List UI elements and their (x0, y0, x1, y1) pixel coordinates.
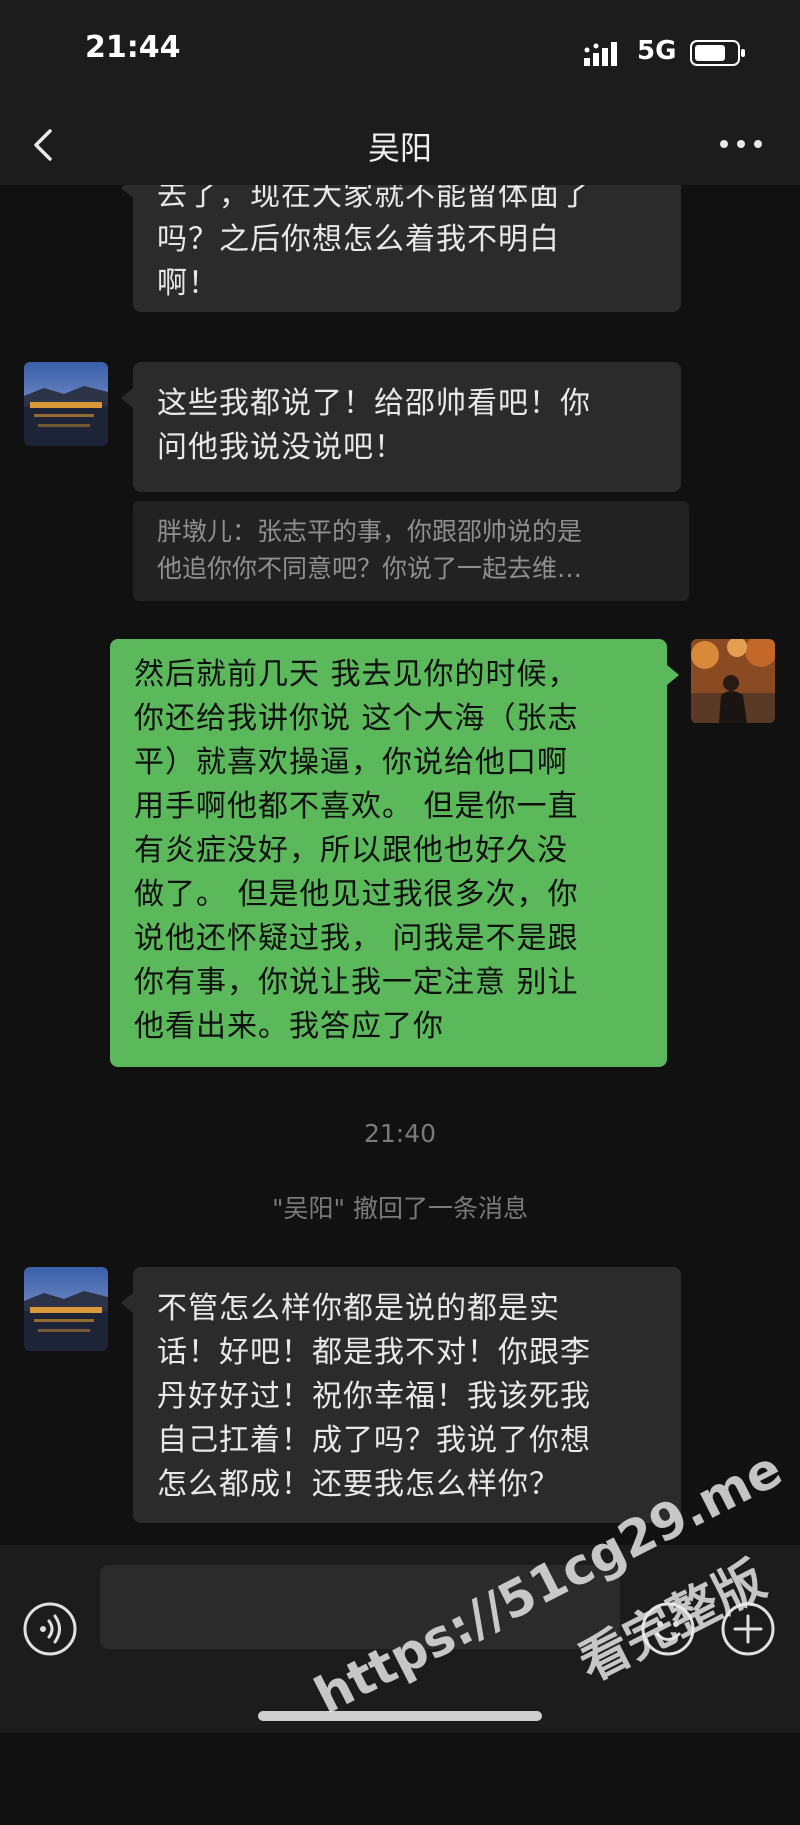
my-avatar[interactable] (691, 639, 775, 723)
avatar-image (24, 1267, 108, 1351)
message-line: 怎么都成！还要我怎么样你？ (157, 1467, 560, 1502)
message-bubble-incoming[interactable]: 去了，现在大家就不能留体面了 吗？之后你想怎么着我不明白 啊！ (121, 185, 681, 312)
more-dots-icon[interactable] (716, 129, 766, 159)
message-line: 啊！ (157, 266, 219, 301)
message-bubble-outgoing[interactable]: 然后就前几天 我去见你的时候， 你还给我讲你说 这个大海（张志 平）就喜欢操逼，… (110, 639, 679, 1067)
battery-icon (690, 40, 745, 66)
message-line: 丹好好过！祝你幸福！我该死我 (157, 1379, 591, 1414)
message-timestamp: 21:40 (363, 1119, 437, 1148)
chat-header: 吴阳 (0, 105, 800, 185)
network-type: 5G (637, 36, 677, 66)
status-bar: 21:44 5G (0, 0, 800, 105)
message-line: 用手啊他都不喜欢。 但是你一直 (134, 789, 579, 824)
message-line: 然后就前几天 我去见你的时候， (134, 657, 579, 692)
recall-notice: "吴阳" 撤回了一条消息 (272, 1194, 528, 1223)
signal-icon (584, 42, 617, 66)
message-line: 有炎症没好，所以跟他也好久没 (134, 833, 568, 868)
plus-icon[interactable] (720, 1601, 776, 1657)
message-input[interactable] (100, 1565, 620, 1649)
chat-message-list[interactable]: 去了，现在大家就不能留体面了 吗？之后你想怎么着我不明白 啊！ 这些我都说了！给… (0, 185, 800, 1545)
message-line: 说他还怀疑过我， 问我是不是跟 (134, 921, 579, 956)
message-line: 话！好吧！都是我不对！你跟李 (157, 1335, 591, 1370)
message-line: 自己扛着！成了吗？我说了你想 (157, 1423, 591, 1458)
chat-title: 吴阳 (367, 129, 432, 167)
message-line: 你有事，你说让我一定注意 别让 (134, 965, 579, 1000)
message-bubble-incoming[interactable]: 不管怎么样你都是说的都是实 话！好吧！都是我不对！你跟李 丹好好过！祝你幸福！我… (121, 1267, 681, 1523)
emoji-icon[interactable] (640, 1601, 696, 1657)
message-bubble-incoming[interactable]: 这些我都说了！给邵帅看吧！你 问他我说没说吧！ (121, 362, 681, 492)
quoted-message[interactable]: 胖墩儿：张志平的事，你跟邵帅说的是 他追你你不同意吧？你说了一起去维… (133, 501, 689, 601)
avatar-image (691, 639, 775, 723)
quote-line: 他追你你不同意吧？你说了一起去维… (157, 554, 583, 583)
voice-icon[interactable] (22, 1601, 78, 1657)
message-line: 不管怎么样你都是说的都是实 (157, 1291, 560, 1326)
message-line: 问他我说没说吧！ (157, 430, 405, 465)
contact-avatar[interactable] (24, 1267, 108, 1351)
message-line: 这些我都说了！给邵帅看吧！你 (157, 386, 591, 421)
message-line: 去了，现在大家就不能留体面了 (157, 185, 591, 213)
input-bar (0, 1545, 800, 1733)
quote-line: 胖墩儿：张志平的事，你跟邵帅说的是 (157, 517, 583, 546)
home-indicator (258, 1711, 542, 1721)
contact-avatar[interactable] (24, 362, 108, 446)
avatar-image (24, 362, 108, 446)
status-time: 21:44 (85, 30, 181, 65)
message-line: 平）就喜欢操逼，你说给他口啊 (134, 745, 568, 780)
message-line: 做了。 但是他见过我很多次，你 (134, 877, 579, 912)
message-line: 吗？之后你想怎么着我不明白 (157, 222, 560, 257)
message-line: 他看出来。我答应了你 (134, 1009, 444, 1044)
message-line: 你还给我讲你说 这个大海（张志 (134, 701, 579, 736)
